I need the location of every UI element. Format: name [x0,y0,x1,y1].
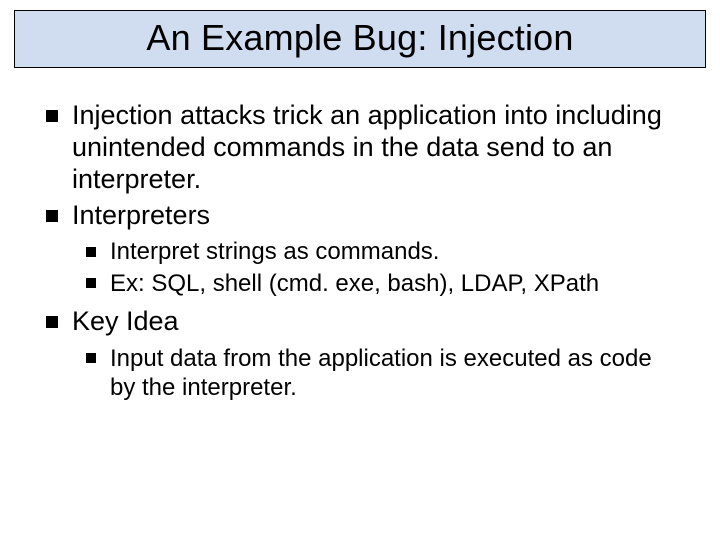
list-item: Key Idea Input data from the application… [46,306,674,402]
title-box: An Example Bug: Injection [14,10,706,68]
slide-body: Injection attacks trick an application i… [0,68,720,402]
list-item-text: Interpreters [72,200,210,230]
list-item: Interpret strings as commands. [86,237,674,266]
list-item: Interpreters Interpret strings as comman… [46,200,674,298]
sub-bullet-list: Interpret strings as commands. Ex: SQL, … [72,237,674,298]
list-item: Ex: SQL, shell (cmd. exe, bash), LDAP, X… [86,269,674,298]
bullet-list: Injection attacks trick an application i… [46,100,674,402]
slide: An Example Bug: Injection Injection atta… [0,10,720,550]
list-item-text: Ex: SQL, shell (cmd. exe, bash), LDAP, X… [110,270,599,297]
list-item: Injection attacks trick an application i… [46,100,674,196]
list-item-text: Injection attacks trick an application i… [72,100,662,194]
slide-title: An Example Bug: Injection [15,17,705,59]
list-item-text: Key Idea [72,306,179,336]
list-item-text: Input data from the application is execu… [110,345,652,401]
list-item: Input data from the application is execu… [86,344,674,403]
list-item-text: Interpret strings as commands. [110,238,439,265]
sub-bullet-list: Input data from the application is execu… [72,344,674,403]
